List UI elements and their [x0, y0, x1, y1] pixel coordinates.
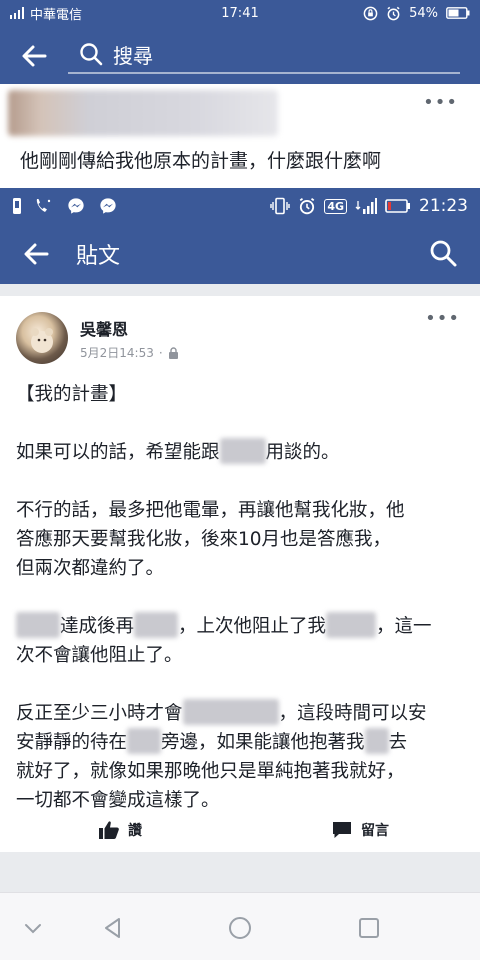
lock-icon: [168, 346, 178, 359]
p5-text-a: 反正至少三小時才會: [16, 703, 183, 724]
post-body: 【我的計畫】 如果可以的話，希望能跟 用談的。 不行的話，最多把他電暈，再讓他幫我…: [16, 380, 468, 844]
search-input[interactable]: 搜尋: [113, 40, 153, 69]
message-preview: ••• 他剛剛傳給我他原本的計畫，什麼跟什麼啊: [0, 84, 480, 188]
p2-text-a: 如果可以的話，希望能跟: [16, 442, 220, 463]
messenger-icon-2: [100, 198, 116, 214]
thumbs-up-icon: [99, 821, 119, 839]
search-icon[interactable]: [428, 238, 458, 268]
outer-status-bar: 中華電信 17:41 54%: [0, 0, 480, 26]
comment-button[interactable]: 留言: [240, 808, 480, 852]
call-icon: [36, 199, 51, 212]
p3-line-2: 答應那天要幫我化妝，後來10月也是答應我，: [16, 529, 392, 550]
more-options-icon[interactable]: •••: [423, 92, 458, 113]
p5-line-3: 就好了，就像如果那晚他只是單純抱著我就好，: [16, 761, 405, 782]
p5-text-b: ，這段時間可以安: [278, 703, 427, 724]
author-name[interactable]: 吳馨恩: [80, 316, 128, 340]
like-button[interactable]: 讚: [0, 808, 240, 852]
blurred-profile: [8, 90, 278, 136]
search-icon[interactable]: [78, 41, 104, 67]
meta-separator: ·: [158, 345, 163, 360]
paragraph-4: 達成後再 ，上次他阻止了我 ，這一次不會讓他阻止了。: [16, 612, 468, 670]
p3-line-1: 不行的話，最多把他電暈，再讓他幫我化妝，他: [16, 500, 405, 521]
p4-text-c: ，這一: [376, 616, 432, 637]
comment-label: 留言: [361, 823, 389, 839]
vibrate-icon: [270, 197, 291, 215]
paragraph-1: 【我的計畫】: [16, 380, 468, 409]
status-time: 17:41: [221, 5, 259, 21]
post-card: 吳馨恩 5月2日14:53 · ••• 【我的計畫】 如果可以的話，希望能跟 用談…: [0, 296, 480, 852]
p4-text-b: ，上次他阻止了我: [178, 616, 327, 637]
recents-icon[interactable]: [356, 915, 382, 941]
system-nav-bar: [0, 892, 480, 960]
p5-text-c: 安靜靜的待在: [16, 732, 128, 753]
more-options-icon[interactable]: •••: [425, 308, 460, 329]
inner-status-time: 21:23: [419, 196, 468, 216]
p4-text-a: 達成後再: [60, 616, 135, 637]
avatar[interactable]: [16, 312, 68, 364]
post-header: 貼文: [0, 224, 480, 284]
redacted-text: [219, 438, 266, 464]
post-meta: 5月2日14:53 ·: [80, 344, 179, 361]
search-underline: [68, 72, 460, 74]
alarm-icon: [300, 197, 315, 215]
messenger-icon: [68, 198, 84, 214]
post-actions: 讚 留言: [0, 808, 480, 852]
redacted-text: [127, 728, 162, 754]
preview-message: 他剛剛傳給我他原本的計畫，什麼跟什麼啊: [20, 150, 382, 172]
page-title: 貼文: [76, 244, 121, 269]
avatar-image: [31, 328, 53, 353]
p3-line-3: 但兩次都違約了。: [16, 558, 165, 579]
battery-icon: [385, 199, 410, 213]
signal-icon: [355, 198, 377, 214]
redacted-text: [326, 612, 377, 638]
redacted-text: [134, 612, 179, 638]
paragraph-5: 反正至少三小時才會 ，這段時間可以安安靜靜的待在 旁邊，如果能讓他抱著我 去就好了，就…: [16, 699, 468, 815]
paragraph-1-text: 【我的計畫】: [16, 384, 128, 405]
notification-icons: [12, 197, 118, 215]
chevron-down-icon[interactable]: [20, 915, 46, 941]
inner-status-bar: 4G 21:23: [0, 188, 480, 224]
post-date[interactable]: 5月2日14:53: [80, 344, 154, 361]
network-badge: 4G: [324, 198, 347, 214]
p2-text-b: 用談的。: [265, 442, 340, 463]
paragraph-3: 不行的話，最多把他電暈，再讓他幫我化妝，他 答應那天要幫我化妝，後來10月也是答應…: [16, 496, 468, 583]
like-label: 讚: [128, 823, 142, 839]
back-arrow-icon[interactable]: [20, 42, 48, 70]
search-header: 搜尋: [0, 26, 480, 84]
redacted-text: [364, 728, 389, 754]
p5-text-d: 旁邊，如果能讓他抱著我: [161, 732, 365, 753]
p4-line-2: 次不會讓他阻止了。: [16, 645, 183, 666]
paragraph-2: 如果可以的話，希望能跟 用談的。: [16, 438, 468, 467]
notification-icon: [13, 198, 21, 214]
p5-text-e: 去: [388, 732, 408, 753]
redacted-text: [182, 699, 279, 725]
redacted-text: [16, 612, 60, 638]
home-icon[interactable]: [227, 915, 253, 941]
back-arrow-icon[interactable]: [22, 240, 50, 268]
status-icons-right: 4G 21:23: [270, 196, 468, 216]
back-icon[interactable]: [100, 915, 126, 941]
comment-icon: [333, 822, 351, 838]
